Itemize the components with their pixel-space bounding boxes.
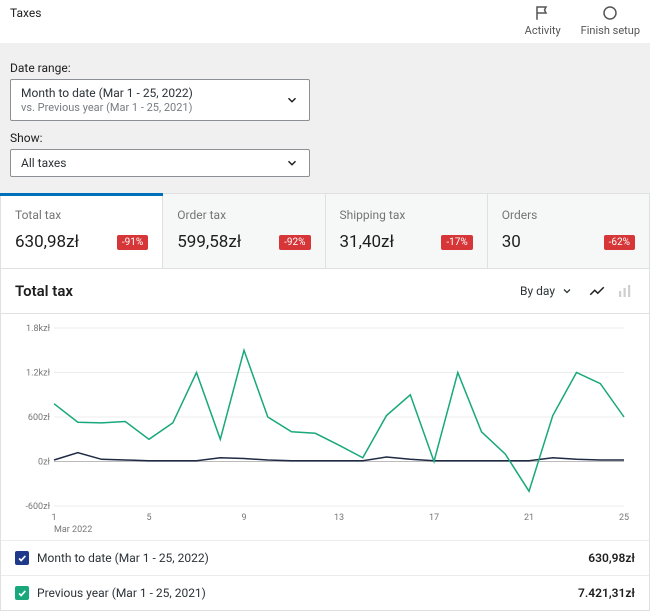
line-chart-icon xyxy=(588,282,606,300)
svg-text:600zł: 600zł xyxy=(28,413,51,423)
chart-title: Total tax xyxy=(15,282,520,300)
svg-text:Mar 2022: Mar 2022 xyxy=(54,525,92,535)
tab-value: 599,58zł xyxy=(177,232,241,252)
chevron-down-icon xyxy=(561,285,573,297)
chart-svg: -600zł 0zł 600zł 1.2kzł 1.8kzł 1 5 9 13 17 21 25 Mar… xyxy=(15,320,635,540)
chevron-down-icon xyxy=(285,156,299,170)
tab-value: 31,40zł xyxy=(340,232,395,252)
legend-value: 7.421,31zł xyxy=(578,586,635,600)
tab-label: Orders xyxy=(502,208,635,222)
chart-header: Total tax By day xyxy=(1,269,649,314)
svg-text:0zł: 0zł xyxy=(38,458,51,468)
tab-orders[interactable]: Orders 30 -62% xyxy=(488,194,649,268)
legend-label: Month to date (Mar 1 - 25, 2022) xyxy=(37,551,588,565)
tab-label: Total tax xyxy=(15,208,148,222)
tab-order-tax[interactable]: Order tax 599,58zł -92% xyxy=(163,194,325,268)
date-range-label: Date range: xyxy=(10,61,640,75)
delta-badge: -91% xyxy=(117,235,148,250)
filters-panel: Date range: Month to date (Mar 1 - 25, 2… xyxy=(0,43,650,193)
svg-text:25: 25 xyxy=(619,513,629,523)
page-title: Taxes xyxy=(10,4,41,20)
legend-row: Month to date (Mar 1 - 25, 2022)630,98zł xyxy=(1,540,649,575)
interval-select[interactable]: By day xyxy=(520,284,573,298)
legend-checkbox[interactable] xyxy=(15,586,29,600)
summary-tabs: Total tax 630,98zł -91% Order tax 599,58zł -9… xyxy=(0,193,650,269)
tab-value: 630,98zł xyxy=(15,232,79,252)
svg-text:1.2kzł: 1.2kzł xyxy=(26,369,51,379)
flag-icon xyxy=(534,4,552,22)
bar-chart-button[interactable] xyxy=(615,281,635,301)
circle-icon xyxy=(601,4,619,22)
date-range-main: Month to date (Mar 1 - 25, 2022) xyxy=(21,86,285,100)
svg-text:13: 13 xyxy=(334,513,344,523)
legend-value: 630,98zł xyxy=(588,551,635,565)
chart-type-buttons xyxy=(587,281,635,301)
activity-label: Activity xyxy=(525,24,561,37)
tab-shipping-tax[interactable]: Shipping tax 31,40zł -17% xyxy=(326,194,488,268)
date-range-sub: vs. Previous year (Mar 1 - 25, 2021) xyxy=(21,101,285,114)
activity-button[interactable]: Activity xyxy=(525,4,561,37)
show-dropdown[interactable]: All taxes xyxy=(10,149,310,177)
finish-setup-button[interactable]: Finish setup xyxy=(581,4,640,37)
svg-text:-600zł: -600zł xyxy=(25,502,50,512)
legend: Month to date (Mar 1 - 25, 2022)630,98zł… xyxy=(1,540,649,610)
tab-value: 30 xyxy=(502,232,521,252)
legend-checkbox[interactable] xyxy=(15,551,29,565)
tab-label: Shipping tax xyxy=(340,208,473,222)
tab-total-tax[interactable]: Total tax 630,98zł -91% xyxy=(1,194,163,268)
delta-badge: -17% xyxy=(441,235,472,250)
legend-row: Previous year (Mar 1 - 25, 2021)7.421,31… xyxy=(1,575,649,610)
bar-chart-icon xyxy=(616,282,634,300)
chevron-down-icon xyxy=(285,93,299,107)
svg-text:21: 21 xyxy=(524,513,534,523)
chart-panel: Total tax By day -600zł 0zł 600zł 1.2kzł 1.8… xyxy=(0,269,650,611)
delta-badge: -62% xyxy=(604,235,635,250)
finish-setup-label: Finish setup xyxy=(581,24,640,37)
svg-text:9: 9 xyxy=(241,513,246,523)
svg-text:17: 17 xyxy=(429,513,439,523)
svg-text:1.8kzł: 1.8kzł xyxy=(26,324,51,334)
show-label: Show: xyxy=(10,131,640,145)
interval-label: By day xyxy=(520,284,555,298)
legend-label: Previous year (Mar 1 - 25, 2021) xyxy=(37,586,578,600)
top-bar: Taxes Activity Finish setup xyxy=(0,0,650,43)
date-range-dropdown[interactable]: Month to date (Mar 1 - 25, 2022) vs. Pre… xyxy=(10,79,310,121)
svg-text:5: 5 xyxy=(146,513,151,523)
chart-area: -600zł 0zł 600zł 1.2kzł 1.8kzł 1 5 9 13 17 21 25 Mar… xyxy=(1,314,649,540)
line-chart-button[interactable] xyxy=(587,281,607,301)
svg-text:1: 1 xyxy=(51,513,56,523)
delta-badge: -92% xyxy=(279,235,310,250)
show-value: All taxes xyxy=(21,156,285,170)
tab-label: Order tax xyxy=(177,208,310,222)
